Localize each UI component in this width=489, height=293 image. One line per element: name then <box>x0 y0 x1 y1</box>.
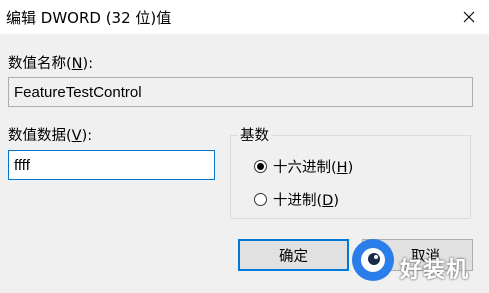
value-data-input[interactable]: ffff <box>8 150 215 180</box>
ok-button[interactable]: 确定 <box>238 239 349 271</box>
base-group-title: 基数 <box>238 124 271 145</box>
window-title: 编辑 DWORD (32 位)值 <box>6 9 172 27</box>
title-bar: 编辑 DWORD (32 位)值 <box>0 0 489 34</box>
close-button[interactable] <box>448 0 489 34</box>
watermark-logo-icon <box>352 239 394 281</box>
value-data-text: ffff <box>14 156 30 174</box>
value-name-field[interactable]: FeatureTestControl <box>8 77 473 107</box>
value-data-label: 数值数据(V): <box>8 128 93 144</box>
radio-unselected-icon <box>254 193 267 206</box>
radio-hex-label: 十六进制(H) <box>273 160 354 176</box>
value-name-text: FeatureTestControl <box>14 83 142 101</box>
value-name-label: 数值名称(N): <box>8 56 94 72</box>
radio-selected-icon <box>254 160 267 173</box>
close-icon <box>463 11 474 23</box>
watermark-text: 好装机 <box>400 258 470 283</box>
radio-decimal[interactable]: 十进制(D) <box>254 189 339 210</box>
radio-dec-label: 十进制(D) <box>273 193 340 209</box>
radio-hexadecimal[interactable]: 十六进制(H) <box>254 156 353 177</box>
